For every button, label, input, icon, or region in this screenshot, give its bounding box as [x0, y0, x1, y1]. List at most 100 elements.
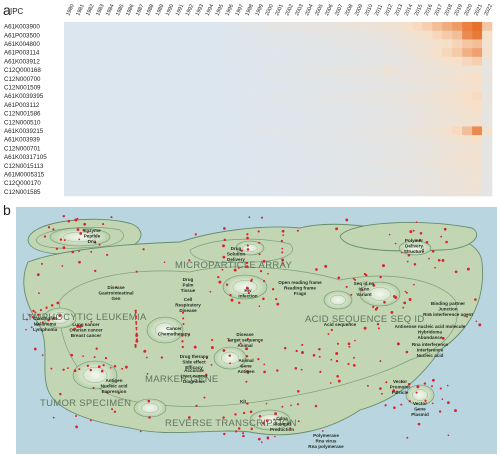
heatmap-cell	[203, 117, 214, 127]
heatmap-cell	[342, 169, 353, 179]
heatmap-cell	[432, 178, 443, 188]
term-label: Enzyme	[83, 228, 101, 233]
heatmap-cell	[183, 48, 194, 58]
term-dot	[248, 216, 251, 219]
term-label: Frags	[294, 291, 307, 296]
term-label: Polymer	[405, 238, 423, 243]
term-label: Seq id no	[354, 281, 375, 286]
heatmap-cell	[273, 126, 284, 136]
heatmap-cell	[243, 161, 254, 171]
heatmap-cell	[213, 91, 224, 101]
heatmap-cell	[213, 82, 224, 92]
heatmap-cell	[233, 100, 244, 110]
heatmap-cell	[302, 117, 314, 127]
term-dot	[78, 368, 81, 371]
term-label-group: Rna interference Interference Nucleic acid	[412, 342, 449, 358]
heatmap-cell	[352, 135, 363, 145]
heatmap-cell	[253, 74, 264, 84]
heatmap-cell	[362, 152, 373, 162]
heatmap-cell	[273, 135, 284, 145]
term-dot	[475, 320, 478, 323]
term-dot	[104, 356, 108, 360]
term-dot	[145, 356, 148, 359]
heatmap-cell	[113, 39, 125, 49]
heatmap-cell	[312, 169, 324, 179]
heatmap-cell	[243, 178, 254, 188]
heatmap-cell	[292, 117, 304, 127]
term-dot	[82, 355, 84, 357]
heatmap-cell	[73, 65, 85, 75]
term-dot	[336, 375, 339, 378]
heatmap-cell	[382, 91, 393, 101]
term-label: Gastrointestinal	[99, 290, 134, 295]
heatmap-cell	[442, 143, 453, 153]
heatmap-cell	[302, 22, 314, 31]
heatmap-cell	[412, 56, 423, 66]
term-dot	[148, 416, 151, 419]
heatmap-cell	[352, 169, 363, 179]
heatmap-cell	[133, 169, 144, 179]
heatmap-cell	[133, 65, 144, 75]
heatmap-cell	[193, 152, 204, 162]
heatmap-cell	[332, 30, 343, 40]
heatmap-cell	[292, 48, 304, 58]
heatmap-cell	[273, 143, 284, 153]
heatmap-cell	[203, 39, 214, 49]
heatmap-cell	[342, 65, 353, 75]
term-dot	[67, 367, 69, 369]
heatmap-cell	[173, 82, 184, 92]
term-dot	[441, 398, 444, 401]
heatmap-cell	[123, 126, 134, 136]
heatmap-cell	[113, 30, 125, 40]
heatmap-cell	[243, 126, 254, 136]
heatmap-cell	[93, 82, 105, 92]
heatmap-cell	[153, 48, 164, 58]
term-dot	[134, 346, 137, 348]
heatmap-cell	[263, 22, 274, 31]
heatmap-cell	[342, 152, 353, 162]
heatmap-cell	[73, 187, 85, 197]
term-dot	[209, 290, 212, 293]
heatmap-cell	[372, 39, 383, 49]
term-dot	[445, 240, 448, 244]
heatmap-cell	[173, 39, 184, 49]
heatmap-cell	[452, 91, 463, 101]
heatmap-cell	[243, 48, 254, 58]
term-dot	[403, 301, 407, 305]
term-label: Gen	[112, 296, 121, 301]
term-dot	[246, 402, 249, 405]
ipc-row-label: C12N001585	[4, 189, 41, 196]
term-label: Side effect	[182, 359, 206, 364]
heatmap-cell	[253, 56, 264, 66]
heatmap-cell	[253, 178, 264, 188]
term-dot	[41, 262, 43, 265]
term-label: Reading frame	[284, 285, 316, 290]
heatmap-cell	[123, 117, 134, 127]
term-dot	[52, 416, 55, 419]
term-dot	[407, 253, 411, 257]
ipc-heatmap: IPC 1980 1981 1982 1983 1984 1985 1986 1987 1988 1…	[4, 3, 494, 197]
term-label: Breast cancer	[71, 333, 102, 338]
heatmap-cell	[382, 135, 393, 145]
heatmap-cell	[422, 117, 433, 127]
heatmap-cell	[432, 65, 443, 75]
term-label: Lymphoma	[33, 327, 58, 332]
term-dot	[147, 399, 151, 403]
term-label: Infection	[238, 293, 257, 298]
heatmap-cell	[64, 187, 75, 197]
term-dot	[210, 363, 213, 366]
heatmap-cell	[452, 56, 463, 66]
term-dot	[318, 355, 321, 358]
term-dot	[431, 402, 434, 405]
heatmap-cell	[253, 109, 264, 118]
heatmap-cell	[263, 39, 274, 49]
term-label: Antigen	[237, 369, 254, 374]
term-dot	[353, 356, 355, 359]
term-label-group: Carcinoma Melanoma Lymphoma	[33, 316, 58, 332]
heatmap-cell	[392, 30, 403, 40]
heatmap-cell	[412, 169, 423, 179]
heatmap-cell	[103, 187, 115, 197]
heatmap-cell	[292, 30, 304, 40]
heatmap-cell	[352, 30, 363, 40]
term-dot	[181, 340, 184, 343]
